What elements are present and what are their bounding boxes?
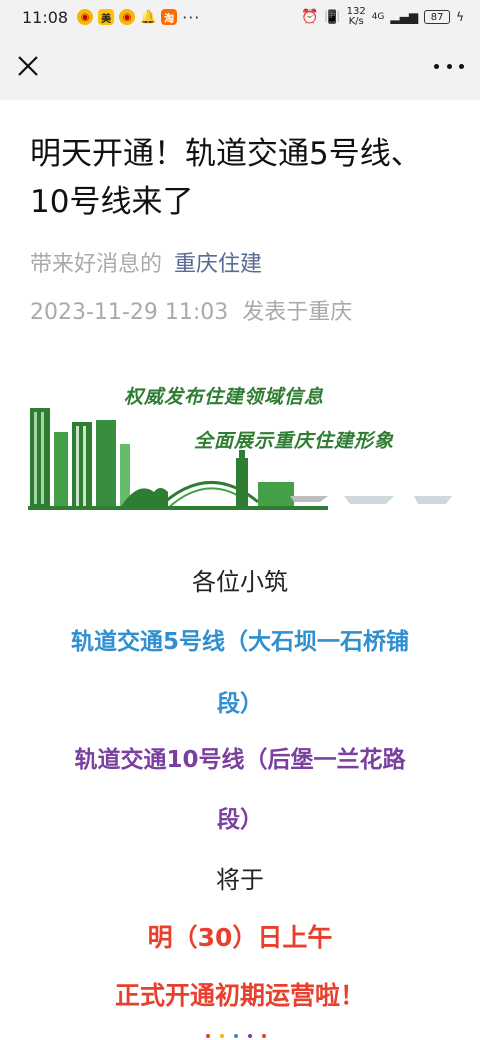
status-bar: 11:08 ◉ 美 ◉ 🔔 淘 ··· ⏰ 📳 132 K/s 4G ▂▄▆ 8… [0, 0, 480, 34]
alarm-icon: ⏰ [300, 9, 319, 25]
signal-icon: ▂▄▆ [390, 10, 419, 24]
net-speed: 132 K/s [347, 7, 366, 27]
more-icon-dot [459, 63, 464, 69]
publish-info: 2023-11-29 11:03 发表于重庆 [30, 294, 352, 326]
publish-date: 2023-11-29 11:03 [30, 300, 229, 325]
greeting-text: 各位小筑 [192, 568, 288, 596]
line10-text-cont: 段） [217, 807, 263, 833]
status-left: 11:08 ◉ 美 ◉ 🔔 淘 ··· [22, 8, 200, 27]
more-notifications: ··· [182, 7, 201, 27]
more-button[interactable] [434, 56, 464, 76]
article-title: 明天开通！轨道交通5号线、10号线来了 [30, 136, 422, 220]
charging-icon: ϟ [456, 10, 464, 24]
weibo-icon: ◉ [119, 9, 136, 25]
status-time: 11:08 [22, 7, 69, 27]
close-icon [18, 56, 38, 76]
will-text: 将于 [216, 866, 264, 894]
banner-slogan-2: 全面展示重庆住建形象 [194, 430, 395, 452]
battery-indicator: 87 [424, 10, 451, 24]
vibrate-icon: 📳 [324, 9, 341, 25]
taobao-icon: 淘 [161, 9, 178, 25]
close-button[interactable] [14, 52, 42, 80]
qq-icon: 🔔 [140, 9, 157, 25]
article-meta: 带来好消息的 重庆住建 [30, 246, 262, 278]
meituan-icon: 美 [98, 9, 115, 25]
nav-bar [0, 34, 480, 100]
line10-text: 轨道交通10号线（后堡一兰花路 [74, 747, 406, 773]
meta-intro: 带来好消息的 [30, 252, 163, 277]
line5-text: 轨道交通5号线（大石坝一石桥铺 [70, 629, 409, 655]
net-speed-unit: K/s [348, 16, 364, 27]
more-icon-dot [446, 63, 452, 69]
banner-slogan-1: 权威发布住建领域信息 [124, 386, 325, 408]
publish-location: 发表于重庆 [242, 300, 353, 325]
signal-label: 4G [371, 12, 385, 22]
account-link[interactable]: 重庆住建 [174, 252, 262, 277]
opening-announcement-text: 正式开通初期运营啦！ [114, 981, 365, 1010]
opening-date-text: 明（30）日上午 [147, 923, 333, 952]
weibo-icon: ◉ [77, 9, 94, 25]
decorative-divider [206, 1034, 266, 1038]
line5-text-cont: 段） [217, 691, 263, 717]
more-icon-dot [434, 63, 439, 69]
status-right: ⏰ 📳 132 K/s 4G ▂▄▆ 87 ϟ [301, 7, 464, 27]
banner-image: 权威发布住建领域信息 全面展示重庆住建形象 [28, 372, 452, 512]
